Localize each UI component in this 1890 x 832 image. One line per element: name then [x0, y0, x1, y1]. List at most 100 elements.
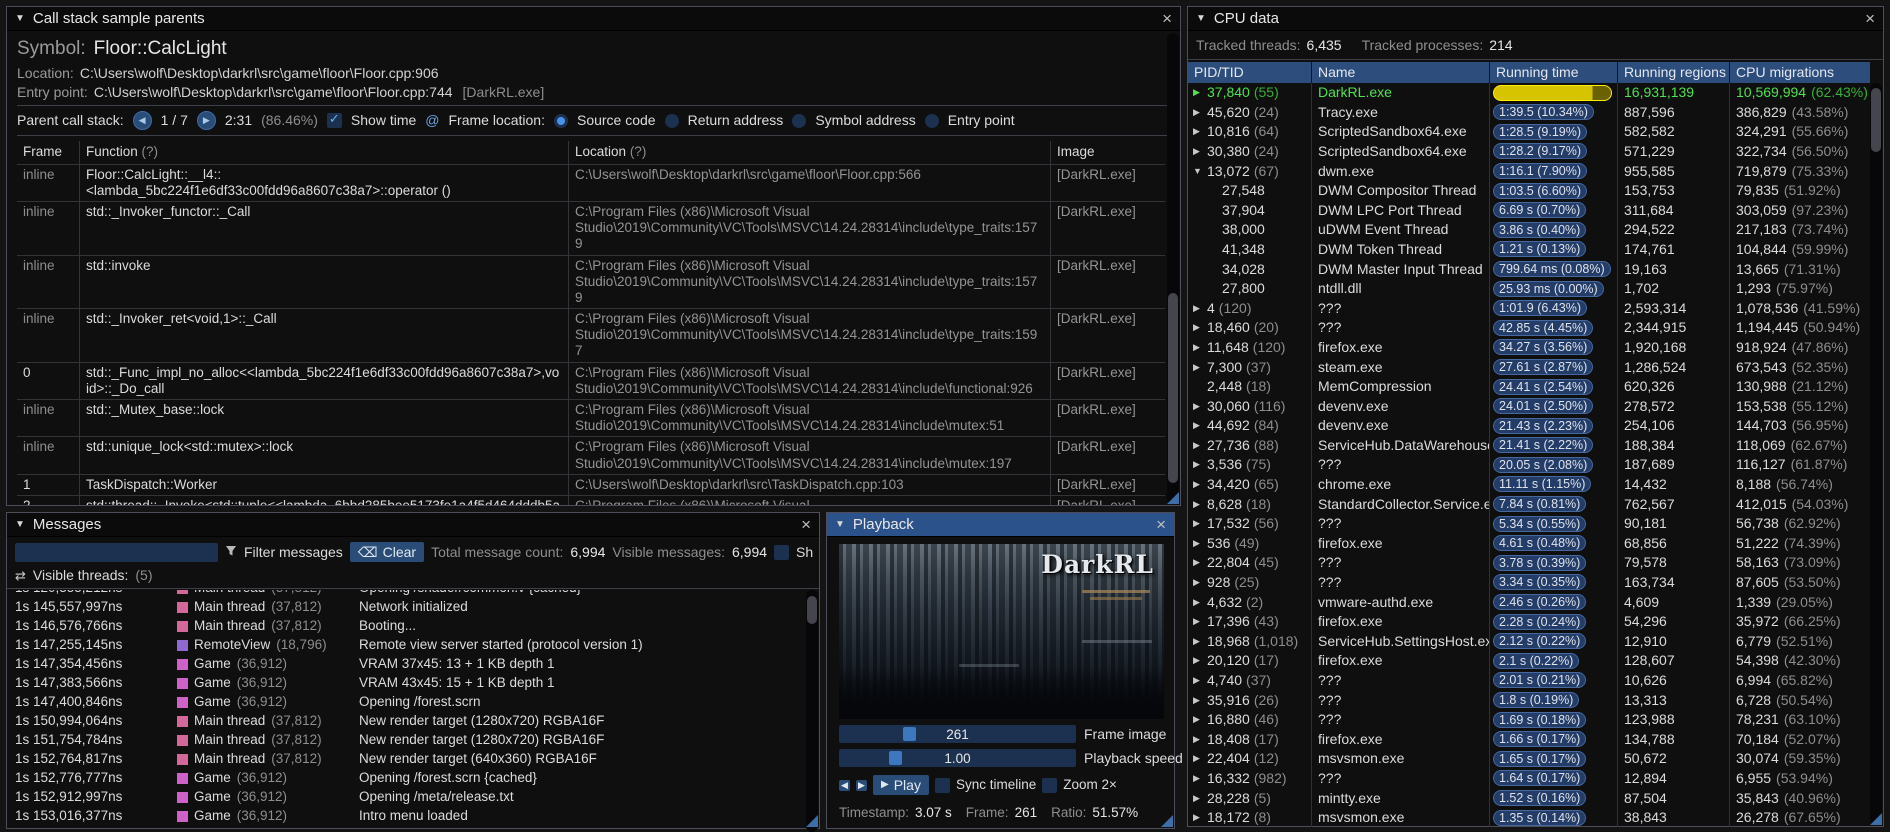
callstack-row[interactable]: inline Floor::CalcLight::__l4::<lambda_5… [17, 163, 1165, 201]
cpu-row[interactable]: ▶ 928 (25) ??? 3.34 s (0.35%) 163,734 87,6… [1188, 572, 1870, 593]
next-frame-button[interactable]: ▶ [856, 779, 867, 791]
cpu-row[interactable]: ▶ 17,396 (43) firefox.exe 2.28 s (0.24%) 5… [1188, 611, 1870, 632]
callstack-row[interactable]: inline std::_Invoker_functor::_Call C:\P… [17, 200, 1165, 255]
cpu-row[interactable]: ▼ 13,072 (67) dwm.exe 1:16.1 (7.90%) 955,5… [1188, 161, 1870, 181]
message-row[interactable]: 1s 152,776,777ns Game (36,912) Opening /… [7, 769, 819, 788]
expand-icon[interactable]: ▶ [1193, 616, 1207, 627]
zoom-checkbox[interactable] [1042, 777, 1058, 793]
scrollbar-handle[interactable] [1168, 293, 1178, 483]
cpu-row[interactable]: ▶ 10,816 (64) ScriptedSandbox64.exe 1:28.5… [1188, 121, 1870, 142]
collapse-icon[interactable]: ▼ [1196, 13, 1206, 25]
message-row[interactable]: 1s 147,255,145ns RemoteView (18,796) Rem… [7, 636, 819, 655]
cpu-row[interactable]: ▶ 34,420 (65) chrome.exe 11.11 s (1.15%) 1… [1188, 474, 1870, 495]
message-row[interactable]: 1s 150,994,064ns Main thread (37,812) Ne… [7, 712, 819, 731]
expand-icon[interactable]: ▶ [1193, 597, 1207, 608]
clear-button[interactable]: ⌫ Clear [349, 542, 425, 562]
collapse-icon[interactable]: ▼ [835, 519, 845, 531]
function-cell[interactable]: std::unique_lock<std::mutex>::lock [79, 436, 568, 474]
cpu-row[interactable]: ▶ 7,300 (37) steam.exe 27.61 s (2.87%) 1,2… [1188, 357, 1870, 377]
cpu-row[interactable]: ▶ 16,880 (46) ??? 1.69 s (0.18%) 123,988 7… [1188, 709, 1870, 730]
expand-icon[interactable]: ▶ [1193, 126, 1207, 137]
expand-icon[interactable]: ▶ [1193, 773, 1207, 784]
expand-icon[interactable]: ▶ [1193, 538, 1207, 549]
function-cell[interactable]: TaskDispatch::Worker [79, 473, 568, 495]
message-row[interactable]: 1s 145,557,997ns Main thread (37,812) Ne… [7, 598, 819, 617]
close-icon[interactable]: × [1865, 10, 1875, 27]
message-row[interactable]: 1s 120,355,212ns Main thread (37,812) Op… [7, 589, 819, 598]
expand-icon[interactable]: ▶ [1193, 557, 1207, 568]
frame-image-slider[interactable]: 261 [839, 725, 1076, 743]
cpu-row[interactable]: ▶ 4,740 (37) ??? 2.01 s (0.21%) 10,626 6,9… [1188, 670, 1870, 691]
close-icon[interactable]: × [801, 516, 811, 533]
cpu-row[interactable]: ▶ 30,380 (24) ScriptedSandbox64.exe 1:28.2… [1188, 141, 1870, 162]
expand-icon[interactable]: ▶ [1193, 499, 1207, 510]
message-row[interactable]: 1s 153,016,377ns Game (36,912) Intro men… [7, 807, 819, 826]
expand-icon[interactable]: ▶ [1193, 87, 1207, 98]
expand-icon[interactable]: ▶ [1193, 146, 1207, 157]
cpu-row[interactable]: ▶ 16,332 (982) ??? 1.64 s (0.17%) 12,894 6… [1188, 768, 1870, 789]
close-icon[interactable]: × [1156, 516, 1166, 533]
cpu-row[interactable]: 38,000 uDWM Event Thread 3.86 s (0.40%) … [1188, 219, 1870, 240]
cpu-row[interactable]: 34,028 DWM Master Input Thread 799.64 ms… [1188, 259, 1870, 279]
cpu-scrollbar[interactable] [1870, 83, 1882, 825]
cpu-titlebar[interactable]: ▼ CPU data × [1188, 7, 1883, 31]
resize-grip[interactable] [1167, 492, 1179, 504]
expand-icon[interactable]: ▶ [1193, 420, 1207, 431]
cpu-row[interactable]: ▶ 8,628 (18) StandardCollector.Service.e 7… [1188, 494, 1870, 514]
scrollbar-handle[interactable] [807, 595, 817, 624]
cpu-row[interactable]: ▶ 20,120 (17) firefox.exe 2.1 s (0.22%) 12… [1188, 651, 1870, 671]
radio-symbol-address[interactable] [792, 113, 807, 128]
message-row[interactable]: 1s 147,354,456ns Game (36,912) VRAM 37x4… [7, 655, 819, 674]
message-row[interactable]: 1s 147,383,566ns Game (36,912) VRAM 43x4… [7, 674, 819, 693]
cpu-row[interactable]: ▶ 18,408 (17) firefox.exe 1.66 s (0.17%) 1… [1188, 729, 1870, 749]
expand-icon[interactable]: ▶ [1193, 675, 1207, 686]
expand-icon[interactable]: ▶ [1193, 518, 1207, 529]
radio-source-code[interactable] [553, 113, 568, 128]
expand-icon[interactable]: ▶ [1193, 303, 1207, 314]
expand-icon[interactable]: ▶ [1193, 655, 1207, 666]
cpu-row[interactable]: ▶ 37,840 (55) DarkRL.exe 16,931,139 10,569… [1188, 82, 1870, 103]
cpu-row[interactable]: ▶ 18,172 (8) msvsmon.exe 1.35 s (0.14%) 38… [1188, 807, 1870, 828]
message-row[interactable]: 1s 146,576,766ns Main thread (37,812) Bo… [7, 617, 819, 636]
function-cell[interactable]: std::thread::_Invoke<std::tuple<<lambda_… [79, 494, 568, 505]
cpu-row[interactable]: ▶ 536 (49) firefox.exe 4.61 s (0.48%) 68,8… [1188, 533, 1870, 554]
play-button[interactable]: ▶ Play [873, 775, 929, 795]
cpu-row[interactable]: 27,800 ntdll.dll 25.93 ms (0.00%) 1,702 … [1188, 278, 1870, 299]
cpu-row[interactable]: ▶ 27,736 (88) ServiceHub.DataWarehouse 21.… [1188, 435, 1870, 456]
expand-icon[interactable]: ▶ [1193, 753, 1207, 764]
expand-icon[interactable]: ▶ [1193, 734, 1207, 745]
prev-stack-button[interactable]: ◀ [132, 111, 152, 131]
expand-icon[interactable]: ▶ [1193, 362, 1207, 373]
cpu-row[interactable]: ▶ 3,536 (75) ??? 20.05 s (2.08%) 187,689 1… [1188, 455, 1870, 475]
cpu-row[interactable]: ▶ 28,228 (5) mintty.exe 1.52 s (0.16%) 87,… [1188, 788, 1870, 808]
function-cell[interactable]: Floor::CalcLight::__l4::<lambda_5bc224f1… [79, 163, 568, 201]
expand-icon[interactable]: ▶ [1193, 107, 1207, 118]
cpu-row[interactable]: 2,448 (18) MemCompression 24.41 s (2.54%)… [1188, 376, 1870, 397]
callstack-row[interactable]: inline std::invoke C:\Program Files (x86… [17, 254, 1165, 309]
callstack-row[interactable]: inline std::_Invoker_ret<void,1>::_Call … [17, 308, 1165, 362]
sync-timeline-checkbox[interactable] [934, 777, 950, 793]
visible-threads-line[interactable]: ⇄ Visible threads: (5) [7, 564, 819, 587]
filter-input[interactable] [15, 542, 218, 562]
callstack-row[interactable]: inline std::_Mutex_base::lock C:\Program… [17, 399, 1165, 437]
expand-icon[interactable]: ▶ [1193, 577, 1207, 588]
cpu-row[interactable]: ▶ 4,632 (2) vmware-authd.exe 2.46 s (0.26%… [1188, 592, 1870, 612]
function-cell[interactable]: std::_Invoker_functor::_Call [79, 200, 568, 255]
cpu-row[interactable]: ▶ 11,648 (120) firefox.exe 34.27 s (3.56%)… [1188, 337, 1870, 358]
callstack-row[interactable]: 2 std::thread::_Invoke<std::tuple<<lambd… [17, 494, 1165, 505]
message-row[interactable]: 1s 152,764,817ns Main thread (37,812) Ne… [7, 750, 819, 769]
expand-icon[interactable]: ▼ [1193, 166, 1207, 177]
next-stack-button[interactable]: ▶ [196, 111, 216, 131]
message-row[interactable]: 1s 147,400,846ns Game (36,912) Opening /… [7, 693, 819, 712]
show-time-checkbox[interactable]: ✓ [326, 111, 342, 129]
prev-frame-button[interactable]: ◀ [839, 779, 850, 791]
cpu-row[interactable]: ▶ 22,804 (45) ??? 3.78 s (0.39%) 79,578 58… [1188, 553, 1870, 573]
callstack-row[interactable]: 1 TaskDispatch::Worker C:\Users\wolf\Des… [17, 473, 1165, 495]
expand-icon[interactable]: ▶ [1193, 440, 1207, 451]
messages-scrollbar[interactable] [806, 589, 818, 832]
expand-icon[interactable]: ▶ [1193, 479, 1207, 490]
expand-icon[interactable]: ▶ [1193, 714, 1207, 725]
message-row[interactable]: 1s 151,754,784ns Main thread (37,812) Ne… [7, 731, 819, 750]
callstack-titlebar[interactable]: ▼ Call stack sample parents × [7, 7, 1180, 31]
callstack-row[interactable]: 0 std::_Func_impl_no_alloc<<lambda_5bc22… [17, 361, 1165, 400]
